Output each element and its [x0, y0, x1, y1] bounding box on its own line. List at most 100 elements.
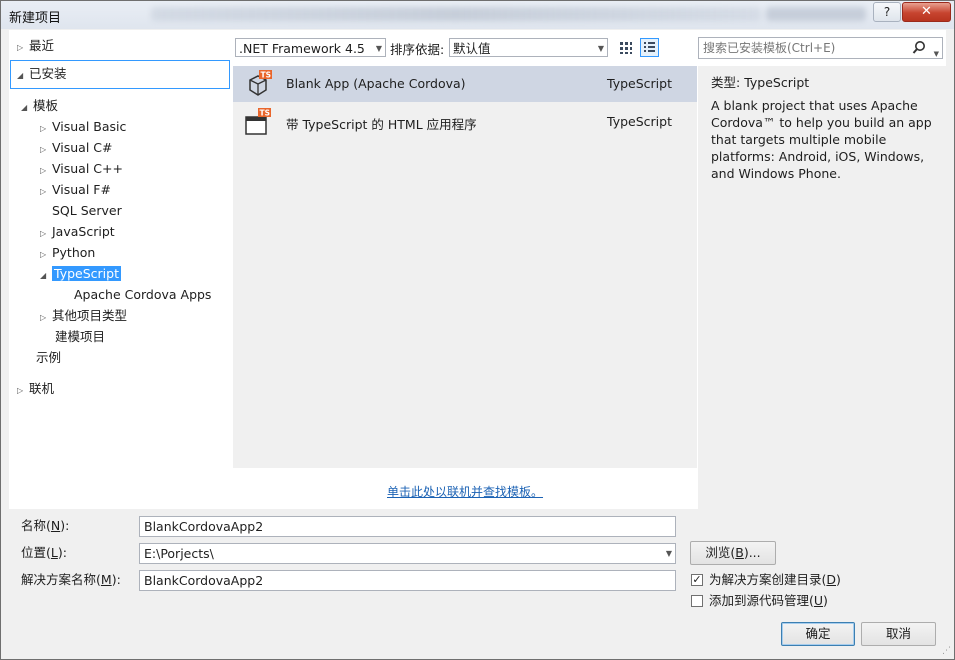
template-description: A blank project that uses Apache Cordova…	[711, 98, 932, 181]
sort-label: 排序依据:	[390, 42, 445, 57]
tree-item-sql-server[interactable]: SQL Server	[52, 201, 122, 221]
add-source-control-checkbox[interactable]	[691, 595, 703, 607]
expand-arrow-icon[interactable]: ▷	[40, 140, 52, 160]
template-language: TypeScript	[607, 76, 672, 91]
list-view-button[interactable]	[640, 38, 659, 57]
small-icons-view-button[interactable]	[616, 38, 635, 57]
ok-button[interactable]: 确定	[781, 622, 855, 646]
type-value: TypeScript	[744, 75, 810, 90]
tree-item-label: 已安装	[29, 66, 67, 81]
resize-grip-icon[interactable]: ⋰	[942, 647, 951, 656]
chevron-down-icon: ▼	[597, 44, 604, 53]
name-label: 名称(N):	[21, 518, 70, 533]
new-project-dialog: 新建项目 ? ✕ ▷ 最近 ◢ 已安装 ◢ 模板 ▷ Visual Basic ▷ Vis…	[0, 0, 955, 660]
collapse-arrow-icon[interactable]: ◢	[40, 266, 52, 286]
search-placeholder: 搜索已安装模板(Ctrl+E)	[703, 41, 836, 55]
svg-text:TS: TS	[260, 109, 271, 118]
location-combobox[interactable]: E:\Porjects\ ▼	[139, 543, 676, 564]
location-label: 位置(L):	[21, 545, 67, 560]
tree-item-installed[interactable]: ◢ 已安装	[17, 64, 67, 84]
sort-dropdown[interactable]: 默认值 ▼	[449, 38, 608, 57]
tree-item-label: 模板	[33, 98, 59, 113]
tree-item-visual-csharp[interactable]: ▷ Visual C#	[40, 138, 113, 158]
template-language: TypeScript	[607, 114, 672, 129]
expand-arrow-icon[interactable]: ▷	[40, 245, 52, 265]
cancel-button[interactable]: 取消	[861, 622, 936, 646]
framework-value: .NET Framework 4.5	[239, 41, 365, 56]
solution-name-field[interactable]: BlankCordovaApp2	[139, 570, 676, 591]
category-tree: ▷ 最近 ◢ 已安装 ◢ 模板 ▷ Visual Basic ▷ Visual C# ▷ V…	[9, 30, 231, 509]
sort-value: 默认值	[453, 41, 491, 56]
title-bar: 新建项目 ? ✕	[1, 1, 954, 29]
tree-item-visual-cpp[interactable]: ▷ Visual C++	[40, 159, 123, 179]
dialog-title: 新建项目	[9, 11, 62, 26]
browse-button[interactable]: 浏览(B)...	[690, 541, 776, 565]
html-ts-icon: TS	[245, 108, 271, 135]
tree-item-label: Python	[52, 245, 96, 260]
solution-name-label: 解决方案名称(M):	[21, 572, 121, 587]
template-name: Blank App (Apache Cordova)	[286, 76, 466, 91]
tree-item-templates[interactable]: ◢ 模板	[21, 96, 58, 116]
expand-arrow-icon[interactable]: ▷	[40, 119, 52, 139]
tree-item-visual-basic[interactable]: ▷ Visual Basic	[40, 117, 126, 137]
template-details-panel: 类型: TypeScript A blank project that uses…	[698, 66, 946, 509]
template-type: 类型: TypeScript	[711, 72, 809, 91]
tree-item-label: Apache Cordova Apps	[74, 287, 212, 302]
type-label: 类型:	[711, 75, 741, 90]
template-row-html-typescript[interactable]: TS 带 TypeScript 的 HTML 应用程序 TypeScript	[233, 104, 697, 140]
expand-arrow-icon[interactable]: ▷	[17, 38, 29, 58]
add-source-control-label: 添加到源代码管理(U)	[709, 593, 828, 608]
expand-arrow-icon[interactable]: ▷	[40, 182, 52, 202]
tree-item-python[interactable]: ▷ Python	[40, 243, 95, 263]
create-directory-checkbox[interactable]: ✓	[691, 574, 703, 586]
expand-arrow-icon[interactable]: ▷	[40, 224, 52, 244]
search-icon[interactable]	[912, 40, 926, 56]
collapse-arrow-icon[interactable]: ◢	[17, 66, 29, 86]
dialog-body: ▷ 最近 ◢ 已安装 ◢ 模板 ▷ Visual Basic ▷ Visual C# ▷ V…	[9, 30, 946, 509]
tree-item-label: 其他项目类型	[52, 308, 128, 323]
svg-text:TS: TS	[261, 71, 272, 80]
cordova-ts-icon: TS	[249, 70, 272, 96]
expand-arrow-icon[interactable]: ▷	[40, 308, 52, 328]
tree-item-other-project-types[interactable]: ▷ 其他项目类型	[40, 306, 127, 326]
template-list: TS Blank App (Apache Cordova) TypeScript…	[233, 66, 697, 468]
tree-item-visual-fsharp[interactable]: ▷ Visual F#	[40, 180, 111, 200]
tree-item-label: 联机	[29, 381, 55, 396]
tree-item-javascript[interactable]: ▷ JavaScript	[40, 222, 115, 242]
tree-item-recent[interactable]: ▷ 最近	[17, 36, 54, 56]
create-directory-label: 为解决方案创建目录(D)	[709, 572, 841, 587]
tree-item-label: Visual F#	[52, 182, 111, 197]
location-value: E:\Porjects\	[144, 546, 214, 561]
tree-item-apache-cordova-apps[interactable]: Apache Cordova Apps	[74, 285, 211, 305]
blurred-background-text	[151, 7, 761, 21]
tree-item-label: Visual C#	[52, 140, 113, 155]
tree-item-label: TypeScript	[52, 266, 121, 281]
list-view-icon	[644, 42, 655, 52]
tree-item-label: 示例	[36, 350, 62, 365]
help-button[interactable]: ?	[873, 2, 901, 22]
search-input[interactable]: 搜索已安装模板(Ctrl+E) ▼	[698, 37, 943, 59]
find-templates-online-link[interactable]: 单击此处以联机并查找模板。	[387, 483, 543, 500]
template-name: 带 TypeScript 的 HTML 应用程序	[286, 117, 477, 132]
template-row-blank-cordova[interactable]: TS Blank App (Apache Cordova) TypeScript	[233, 66, 697, 102]
name-field[interactable]: BlankCordovaApp2	[139, 516, 676, 537]
expand-arrow-icon[interactable]: ▷	[17, 381, 29, 401]
tree-item-typescript[interactable]: ◢ TypeScript	[40, 264, 121, 284]
tree-item-modeling-projects[interactable]: 建模项目	[55, 327, 105, 347]
chevron-down-icon: ▼	[375, 44, 382, 53]
tree-item-label: SQL Server	[52, 203, 122, 218]
chevron-down-icon[interactable]: ▼	[666, 544, 672, 563]
tree-item-online[interactable]: ▷ 联机	[17, 379, 54, 399]
chevron-down-icon[interactable]: ▼	[934, 44, 939, 64]
tree-item-samples[interactable]: 示例	[36, 348, 61, 368]
framework-dropdown[interactable]: .NET Framework 4.5 ▼	[235, 38, 386, 57]
collapse-arrow-icon[interactable]: ◢	[21, 98, 33, 118]
blurred-background-text-2	[766, 7, 866, 21]
grid-view-icon	[620, 42, 632, 54]
tree-item-label: Visual Basic	[52, 119, 127, 134]
tree-item-label: JavaScript	[52, 224, 115, 239]
close-button[interactable]: ✕	[902, 2, 951, 22]
tree-item-label: Visual C++	[52, 161, 123, 176]
tree-item-label: 最近	[29, 38, 55, 53]
expand-arrow-icon[interactable]: ▷	[40, 161, 52, 181]
